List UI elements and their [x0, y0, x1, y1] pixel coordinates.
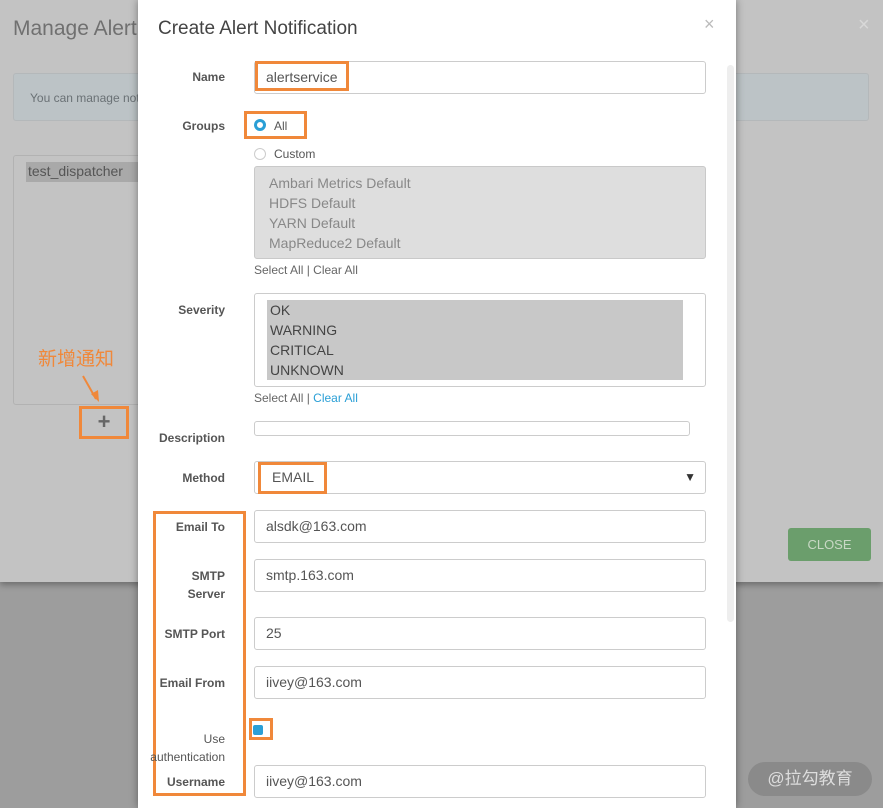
clear-all-link[interactable]: Clear All [313, 263, 358, 277]
dialog-title: Create Alert Notification [158, 18, 358, 39]
smtp-server-label-line: Server [187, 587, 225, 601]
smtp-server-input[interactable]: smtp.163.com [254, 559, 706, 592]
watermark: @拉勾教育 [748, 762, 872, 796]
use-auth-label-line: authentication [150, 750, 225, 764]
annotation-label: 新增通知 [38, 349, 115, 370]
manage-alert-title: Manage Alert [13, 17, 137, 40]
severity-label: Severity [178, 303, 225, 317]
groups-label: Groups [182, 119, 225, 133]
select-all-link[interactable]: Select All [254, 263, 303, 277]
groups-listbox[interactable]: Ambari Metrics Default HDFS Default YARN… [254, 166, 706, 259]
severity-option[interactable]: OK [270, 300, 680, 320]
name-label: Name [192, 70, 225, 84]
group-option[interactable]: Ambari Metrics Default [269, 173, 691, 193]
group-option[interactable]: HDFS Default [269, 193, 691, 213]
select-all-link[interactable]: Select All [254, 391, 303, 405]
severity-select-actions: Select All | Clear All [254, 391, 358, 405]
highlight-box [255, 61, 349, 91]
close-button[interactable]: CLOSE [788, 528, 871, 561]
close-icon[interactable]: × [704, 14, 715, 35]
scrollbar[interactable] [727, 65, 734, 622]
group-option[interactable]: MapReduce2 Default [269, 233, 691, 253]
method-label: Method [182, 471, 225, 485]
severity-listbox[interactable]: OK WARNING CRITICAL UNKNOWN [254, 293, 706, 387]
use-auth-label-line: Use [203, 732, 225, 746]
separator: | [306, 391, 310, 405]
description-label: Description [158, 431, 225, 445]
smtp-port-label: SMTP Port [164, 627, 225, 641]
username-label: Username [166, 775, 225, 789]
email-to-input[interactable]: alsdk@163.com [254, 510, 706, 543]
severity-option[interactable]: UNKNOWN [270, 360, 680, 380]
smtp-port-input[interactable]: 25 [254, 617, 706, 650]
severity-option[interactable]: CRITICAL [270, 340, 680, 360]
notification-item[interactable]: test_dispatcher [26, 162, 146, 182]
smtp-server-label: SMTP Server [135, 567, 225, 603]
close-icon[interactable]: × [858, 14, 870, 37]
dropdown-arrow-icon: ▼ [684, 470, 696, 484]
description-textarea[interactable] [254, 421, 690, 436]
email-to-label: Email To [175, 520, 225, 534]
highlight-box [258, 462, 327, 494]
username-input[interactable]: iivey@163.com [254, 765, 706, 798]
highlight-box [249, 718, 273, 740]
group-option[interactable]: YARN Default [269, 213, 691, 233]
radio-custom[interactable] [254, 148, 266, 160]
clear-all-link[interactable]: Clear All [313, 391, 358, 405]
email-from-input[interactable]: iivey@163.com [254, 666, 706, 699]
groups-select-actions: Select All | Clear All [254, 263, 358, 277]
severity-option[interactable]: WARNING [270, 320, 680, 340]
separator: | [306, 263, 310, 277]
highlight-box [244, 111, 307, 139]
smtp-server-label-line: SMTP [191, 569, 225, 583]
radio-custom-label: Custom [274, 147, 316, 161]
add-notification-button[interactable]: + [79, 406, 129, 439]
email-from-label: Email From [159, 676, 225, 690]
use-auth-label: Use authentication [115, 730, 225, 766]
create-alert-notification-dialog: Create Alert Notification × Name alertse… [138, 0, 736, 808]
arrow-icon [82, 375, 99, 402]
